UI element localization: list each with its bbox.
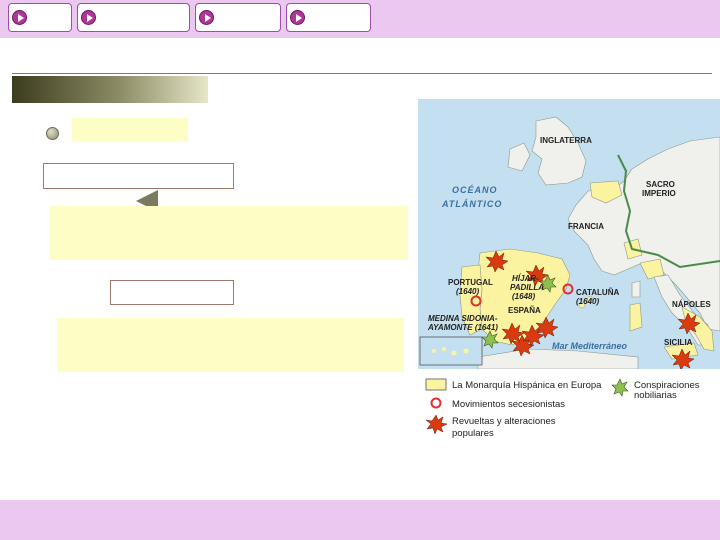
canary-inset (419, 336, 483, 366)
map-label-cataluna: CATALUÑA (576, 288, 619, 297)
map-label-francia: FRANCIA (568, 222, 604, 231)
map-label-sicilia: SICILIA (664, 338, 693, 347)
nav-button-1[interactable] (8, 3, 72, 32)
play-arrow-icon (290, 10, 305, 25)
historical-map: INGLATERRA OCÉANO ATLÁNTICO SACRO IMPERI… (418, 99, 720, 446)
top-navigation-bar (0, 0, 720, 38)
nav-button-4[interactable] (286, 3, 371, 32)
play-arrow-icon (81, 10, 96, 25)
canary-island (432, 349, 436, 353)
map-label-inglaterra: INGLATERRA (540, 136, 592, 145)
map-label-padilla: PADILLA (510, 283, 544, 292)
text-panel-2 (57, 318, 404, 372)
map-label-ayamonte: AYAMONTE (1641) (427, 323, 498, 332)
legend-monarquia-swatch (425, 378, 447, 391)
header-divider (12, 73, 712, 74)
sardinia-region (629, 302, 643, 332)
legend-revueltas-1: Revueltas y alteraciones (452, 416, 556, 427)
legend-monarquia: La Monarquía Hispánica en Europa (452, 380, 602, 391)
map-label-cataluna-year: (1640) (576, 297, 599, 306)
map-label-mediterraneo: Mar Mediterráneo (552, 341, 628, 351)
corsica-landmass (631, 280, 641, 298)
map-label-espana: ESPAÑA (508, 306, 541, 315)
map-label-sacro: SACRO (646, 180, 675, 189)
legend-conspiraciones-2: nobiliarias (634, 390, 677, 401)
nav-button-3[interactable] (195, 3, 281, 32)
map-label-portugal: PORTUGAL (448, 278, 493, 287)
map-svg: INGLATERRA OCÉANO ATLÁNTICO SACRO IMPERI… (418, 99, 720, 446)
map-label-medina: MEDINA SIDONIA- (428, 314, 498, 323)
map-label-hijar: HÍJAR- (512, 274, 539, 283)
map-label-napoles: NÁPOLES (672, 300, 711, 309)
bullet-icon (46, 127, 59, 140)
legend-secesionistas: Movimientos secesionistas (452, 399, 565, 410)
canary-island (442, 347, 446, 351)
label-box-2 (110, 280, 234, 305)
map-label-portugal-year: (1640) (456, 287, 479, 296)
map-label-atlantico: ATLÁNTICO (441, 199, 502, 209)
label-box-1 (43, 163, 234, 189)
heading-highlight-box (72, 118, 188, 142)
legend-revueltas-2: populares (452, 428, 494, 439)
text-panel-1 (50, 206, 408, 260)
play-arrow-icon (12, 10, 27, 25)
canary-island (451, 350, 457, 356)
canary-island (463, 348, 469, 354)
section-title-bar (12, 76, 208, 103)
play-arrow-icon (199, 10, 214, 25)
nav-button-2[interactable] (77, 3, 190, 32)
map-label-oceano: OCÉANO (452, 185, 498, 195)
map-label-imperio: IMPERIO (642, 189, 676, 198)
map-label-hijar-year: (1648) (512, 292, 535, 301)
bottom-bar (0, 500, 720, 540)
